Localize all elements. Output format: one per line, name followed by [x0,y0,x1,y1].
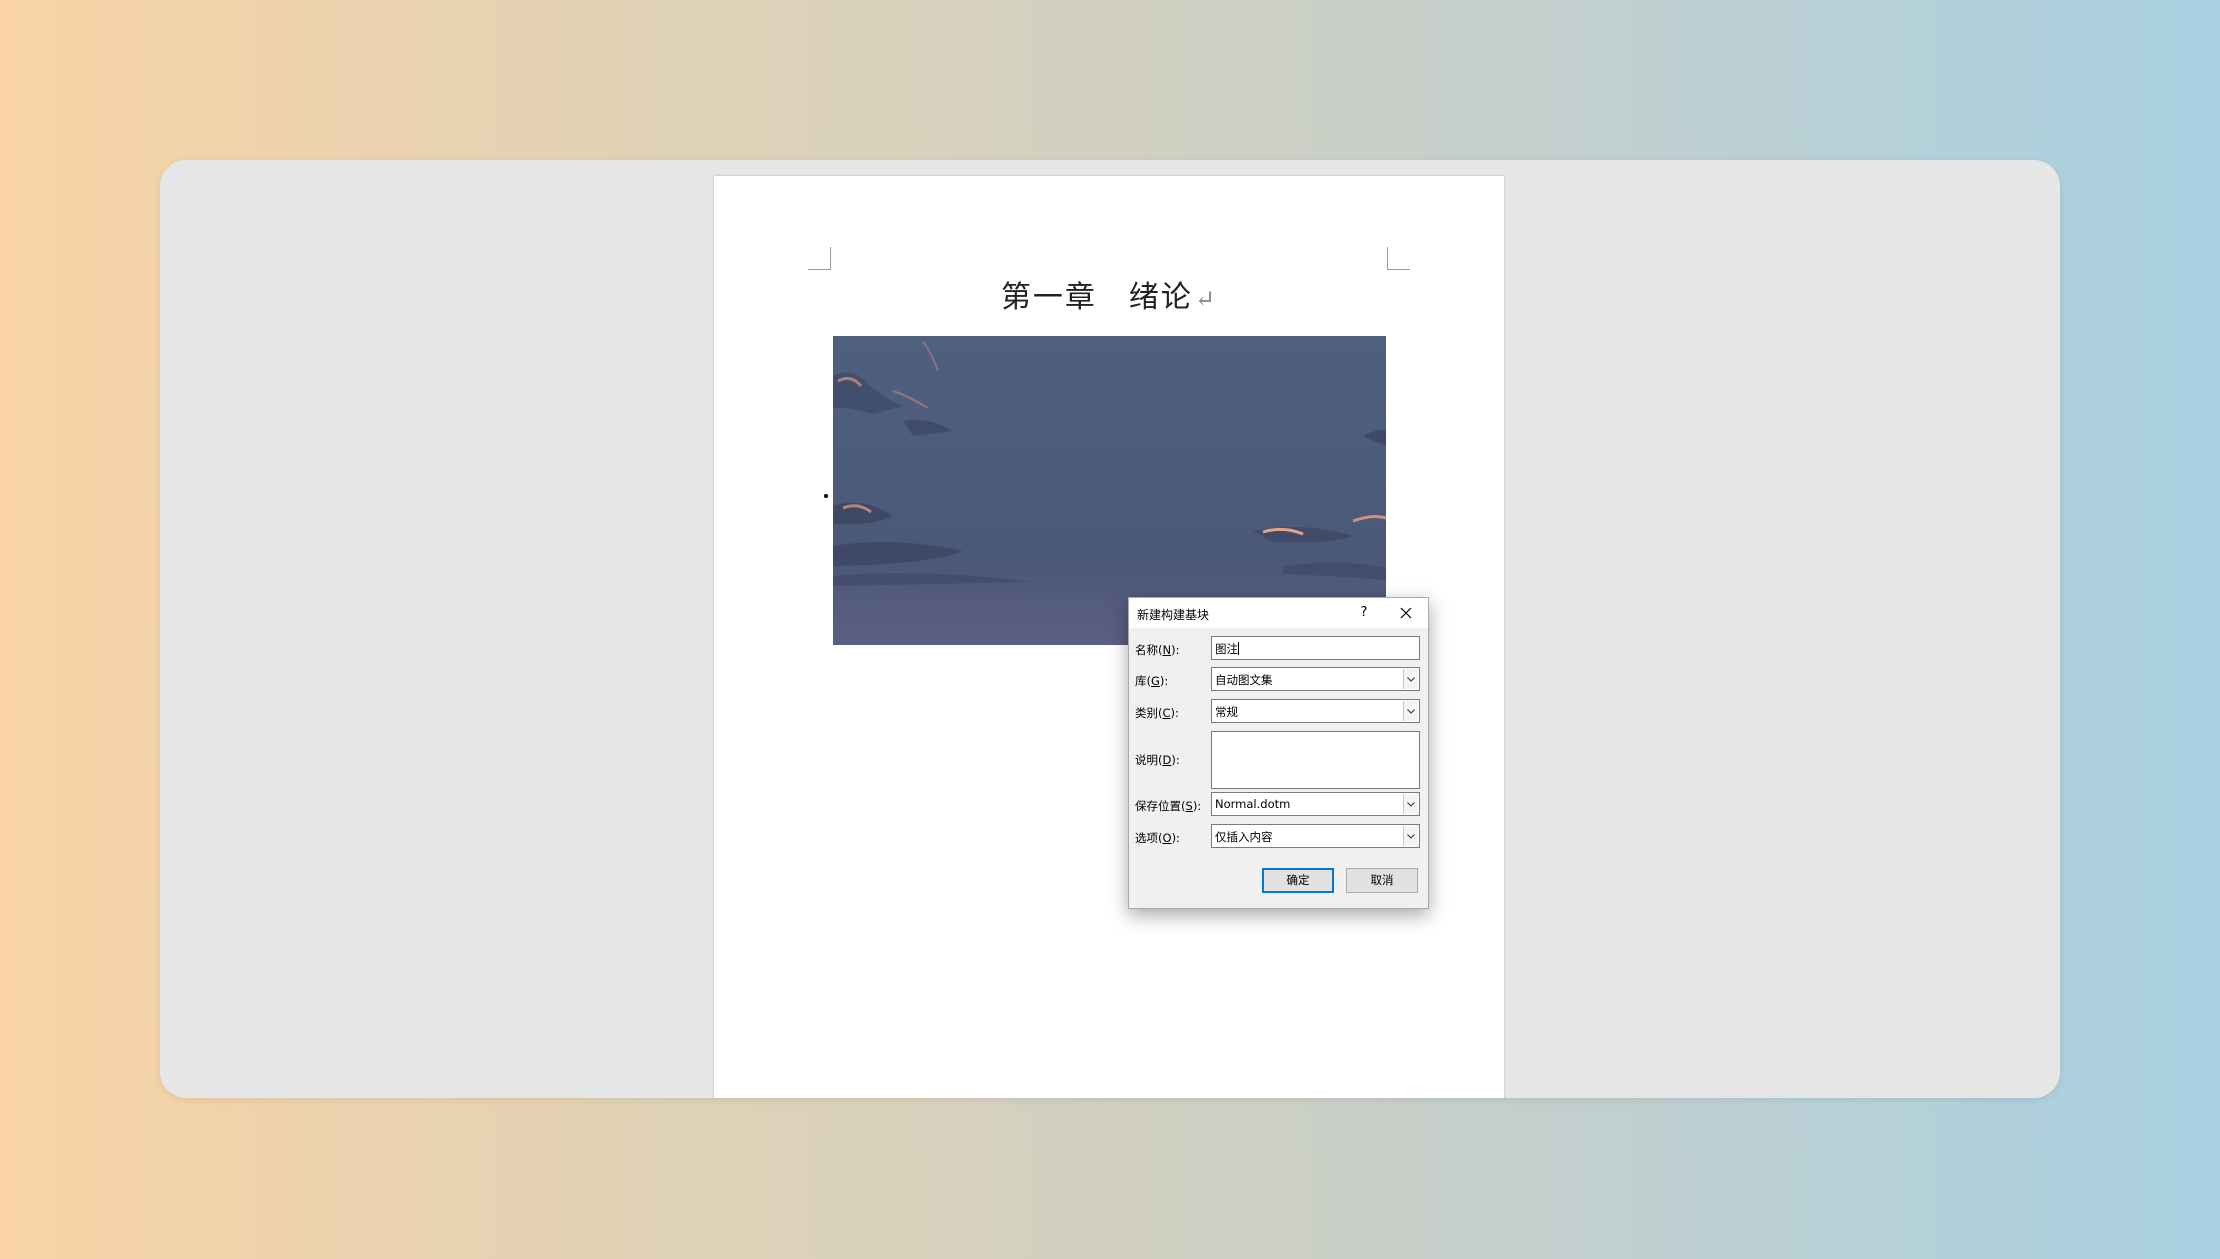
save-in-select[interactable]: Normal.dotm [1211,792,1420,816]
gallery-value: 自动图文集 [1215,673,1273,687]
gallery-dropdown-arrow[interactable] [1403,669,1418,689]
options-label: 选项(O): [1135,831,1180,845]
save-in-dropdown-arrow[interactable] [1403,794,1418,814]
ok-button[interactable]: 确定 [1262,868,1334,893]
options-value: 仅插入内容 [1215,830,1273,844]
close-button[interactable] [1393,601,1419,625]
chevron-down-icon [1407,709,1415,714]
category-label: 类别(C): [1135,706,1179,720]
description-textarea[interactable] [1211,731,1420,789]
cancel-button[interactable]: 取消 [1346,868,1418,893]
chapter-heading[interactable]: 第一章 绪论↵ [714,272,1504,316]
chevron-down-icon [1407,834,1415,839]
chevron-down-icon [1407,677,1415,682]
paragraph-mark: ↵ [1194,285,1218,313]
name-label: 名称(N): [1135,643,1180,657]
options-select[interactable]: 仅插入内容 [1211,824,1420,848]
save-in-label: 保存位置(S): [1135,799,1202,813]
chevron-down-icon [1407,802,1415,807]
dialog-title: 新建构建基块 [1137,608,1210,622]
help-button[interactable]: ? [1351,601,1377,625]
name-input[interactable]: 图注 [1211,636,1420,660]
margin-corner-top-right [1387,247,1410,270]
gallery-select[interactable]: 自动图文集 [1211,667,1420,691]
save-in-value: Normal.dotm [1215,797,1291,811]
word-window: 第一章 绪论↵ 新建构建基块 ? 名称(N): 图注 库(G): 自动图文集 类… [160,160,2060,1098]
category-value: 常规 [1215,705,1238,719]
gallery-label: 库(G): [1135,674,1169,688]
name-value: 图注 [1215,642,1238,656]
margin-corner-top-left [808,247,831,270]
dialog-titlebar[interactable]: 新建构建基块 ? [1129,598,1428,628]
options-dropdown-arrow[interactable] [1403,826,1418,846]
create-building-block-dialog: 新建构建基块 ? 名称(N): 图注 库(G): 自动图文集 类别(C): 常规… [1128,597,1429,909]
description-label: 说明(D): [1135,753,1180,767]
anchor-dot [824,494,828,498]
text-caret [1238,642,1239,655]
category-select[interactable]: 常规 [1211,699,1420,723]
chapter-heading-text: 第一章 绪论 [1000,280,1193,315]
close-icon [1400,607,1412,619]
category-dropdown-arrow[interactable] [1403,701,1418,721]
